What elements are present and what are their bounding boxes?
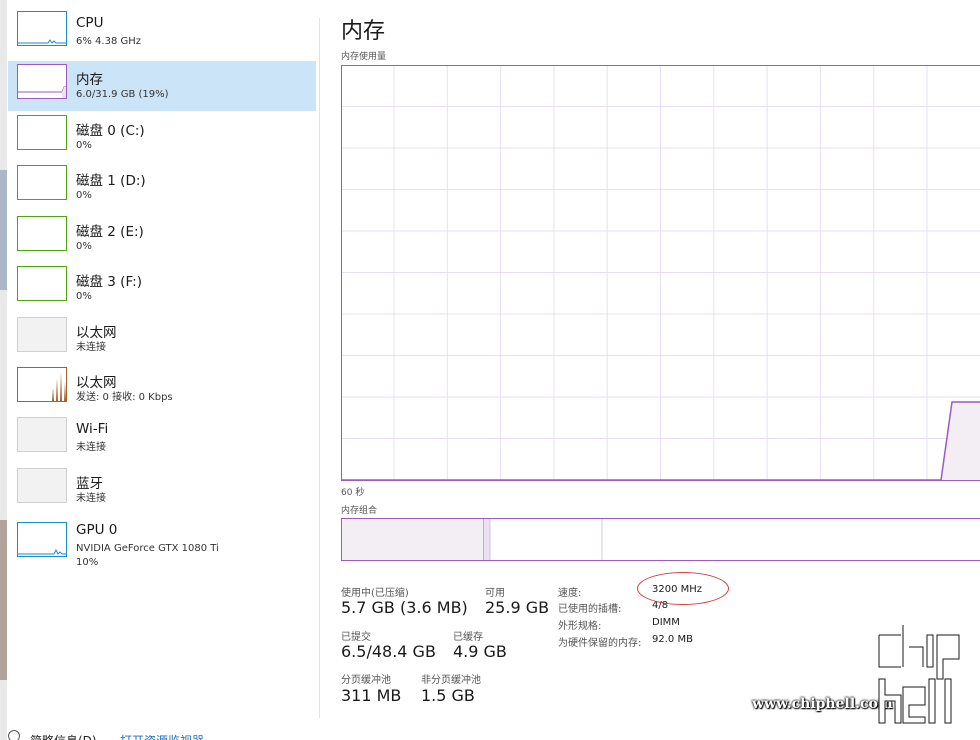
wifi-graph-icon: [17, 417, 67, 452]
hardware-reserved-label: 为硬件保留的内存:: [558, 638, 642, 649]
speed-label: 速度:: [558, 588, 582, 599]
less-details-button[interactable]: 简略信息(D): [30, 732, 97, 740]
form-factor-label: 外形规格:: [558, 621, 602, 632]
sidebar-item-title: 磁盘 3 (F:): [76, 274, 142, 290]
sidebar-item-subtitle: 发送: 0 接收: 0 Kbps: [76, 392, 173, 403]
disk-graph-icon: [17, 216, 67, 251]
sidebar-item-subtitle-2: 10%: [76, 557, 99, 568]
sidebar-item-subtitle: 未连接: [76, 342, 106, 353]
memory-usage-chart: [341, 65, 980, 481]
sidebar-item-ethernet-2[interactable]: 以太网 发送: 0 接收: 0 Kbps: [8, 364, 316, 414]
sidebar-item-title: 磁盘 2 (E:): [76, 224, 144, 240]
sidebar-item-subtitle: 未连接: [76, 493, 106, 504]
sidebar-item-title: CPU: [76, 15, 104, 31]
nonpaged-pool-label: 非分页缓冲池: [421, 675, 481, 686]
sidebar-item-subtitle: 0%: [76, 140, 92, 151]
background-window-edge: [0, 0, 7, 740]
watermark-url: www.chiphell.com: [752, 696, 893, 712]
ethernet-graph-icon: [17, 317, 67, 352]
sidebar-item-title: 以太网: [76, 375, 117, 391]
composition-label: 内存组合: [341, 506, 378, 516]
watermark: www.chiphell.com: [752, 620, 977, 740]
bluetooth-graph-icon: [17, 468, 67, 503]
disk-graph-icon: [17, 266, 67, 301]
cached-value: 4.9 GB: [453, 642, 507, 661]
time-axis-label: 60 秒: [341, 488, 365, 498]
sidebar-item-subtitle: 0%: [76, 241, 92, 252]
sidebar-item-bluetooth[interactable]: 蓝牙 未连接: [8, 465, 316, 515]
ethernet-graph-icon: [17, 367, 67, 402]
form-factor-value: DIMM: [652, 617, 680, 628]
available-value: 25.9 GB: [485, 598, 550, 617]
paged-pool-value: 311 MB: [341, 686, 402, 705]
disk-graph-icon: [17, 165, 67, 200]
memory-composition-bar: [341, 518, 980, 561]
sidebar-item-title: 磁盘 1 (D:): [76, 173, 146, 189]
cpu-graph-icon: [17, 11, 67, 46]
page-title: 内存: [341, 19, 386, 44]
sidebar-item-cpu[interactable]: CPU 6% 4.38 GHz: [8, 8, 316, 58]
nonpaged-pool-value: 1.5 GB: [421, 686, 475, 705]
disk-graph-icon: [17, 115, 67, 150]
sidebar-item-memory[interactable]: 内存 6.0/31.9 GB (19%): [8, 61, 316, 111]
task-manager-window: CPU 6% 4.38 GHz 内存 6.0/31.9 GB (19%) 磁盘 …: [0, 0, 980, 740]
open-resource-monitor-link[interactable]: 打开资源监视器: [120, 732, 204, 740]
sidebar-item-title: Wi-Fi: [76, 421, 109, 437]
in-use-label: 使用中(已压缩): [341, 588, 409, 599]
gpu-graph-icon: [17, 522, 67, 557]
sidebar-item-title: 磁盘 0 (C:): [76, 123, 145, 139]
speed-highlight-ellipse: [637, 572, 729, 605]
paged-pool-label: 分页缓冲池: [341, 675, 391, 686]
footer-bar: 简略信息(D) 打开资源监视器: [8, 728, 308, 740]
chevron-up-icon[interactable]: [8, 730, 20, 740]
sidebar-item-subtitle: 6.0/31.9 GB (19%): [76, 89, 169, 100]
committed-label: 已提交: [341, 632, 371, 643]
sidebar-item-subtitle: 未连接: [76, 442, 106, 453]
sidebar-item-disk-2[interactable]: 磁盘 2 (E:) 0%: [8, 213, 316, 263]
sidebar-item-gpu[interactable]: GPU 0 NVIDIA GeForce GTX 1080 Ti 10%: [8, 515, 316, 575]
sidebar-item-ethernet-1[interactable]: 以太网 未连接: [8, 314, 316, 364]
sidebar-item-title: GPU 0: [76, 522, 118, 538]
sidebar-item-wifi[interactable]: Wi-Fi 未连接: [8, 414, 316, 464]
sidebar-item-title: 蓝牙: [76, 476, 103, 492]
in-use-value: 5.7 GB (3.6 MB): [341, 598, 468, 617]
sidebar-item-disk-1[interactable]: 磁盘 1 (D:) 0%: [8, 162, 316, 212]
sidebar-item-subtitle: 0%: [76, 190, 92, 201]
available-label: 可用: [485, 588, 505, 599]
sidebar-item-disk-0[interactable]: 磁盘 0 (C:) 0%: [8, 112, 316, 162]
chiphell-logo-icon: [878, 624, 973, 734]
sidebar-item-title: 内存: [76, 72, 103, 88]
sidebar-item-disk-3[interactable]: 磁盘 3 (F:) 0%: [8, 263, 316, 313]
committed-value: 6.5/48.4 GB: [341, 642, 436, 661]
pane-divider[interactable]: [319, 18, 320, 718]
memory-graph-icon: [17, 64, 67, 99]
hardware-reserved-value: 92.0 MB: [652, 634, 693, 645]
slots-label: 已使用的插槽:: [558, 604, 622, 615]
cached-label: 已缓存: [453, 632, 483, 643]
sidebar-item-subtitle: 0%: [76, 291, 92, 302]
sidebar-item-title: 以太网: [76, 325, 117, 341]
usage-chart-label: 内存使用量: [341, 52, 387, 62]
sidebar-item-subtitle: 6% 4.38 GHz: [76, 36, 142, 47]
sidebar: CPU 6% 4.38 GHz 内存 6.0/31.9 GB (19%) 磁盘 …: [8, 8, 316, 720]
